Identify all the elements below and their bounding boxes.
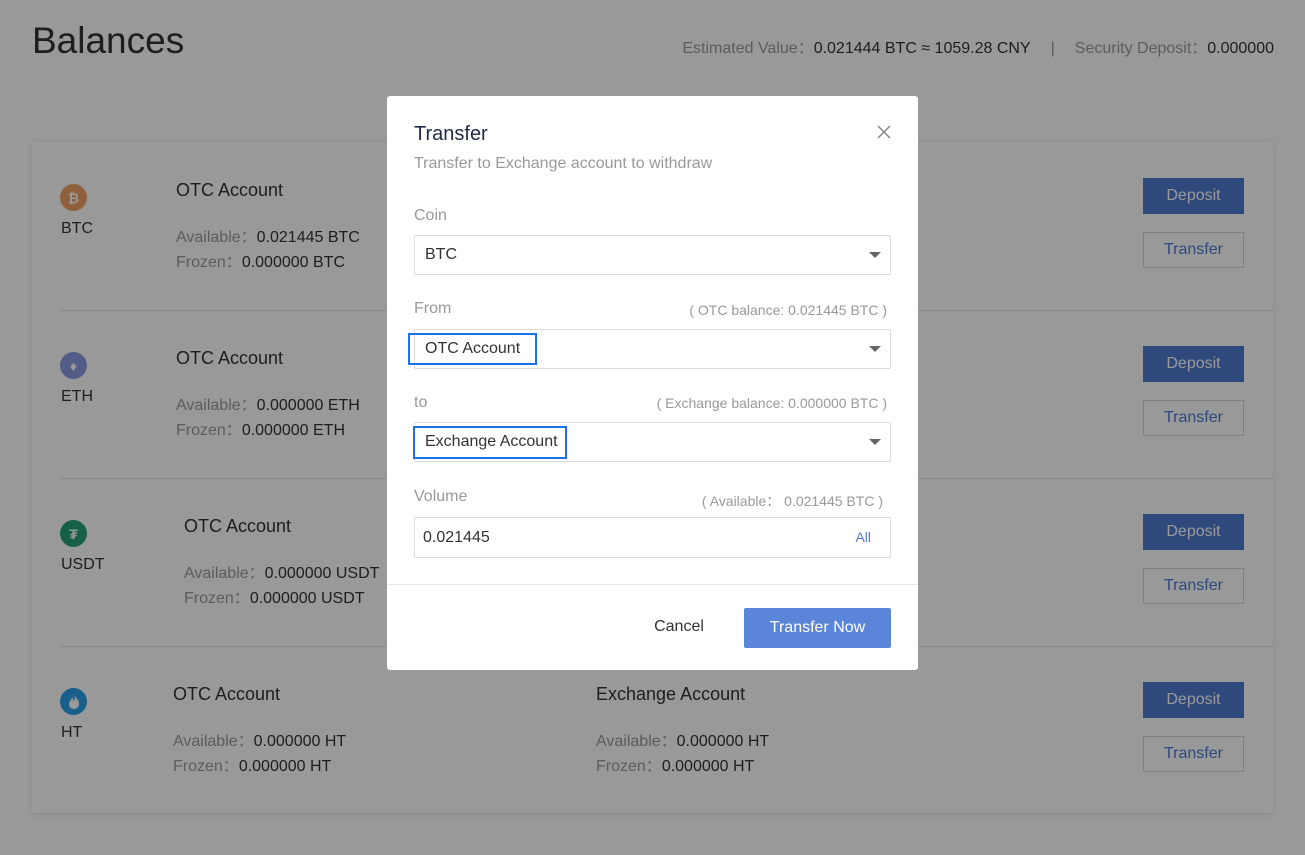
coin-label: Coin (414, 207, 447, 224)
dialog-subtitle: Transfer to Exchange account to withdraw (414, 155, 713, 172)
transfer-dialog: Transfer Transfer to Exchange account to… (387, 96, 918, 670)
chevron-down-icon (869, 346, 881, 352)
volume-label: Volume (414, 488, 468, 505)
from-value-highlight (408, 333, 537, 365)
from-label: From (414, 300, 452, 317)
all-button[interactable]: All (855, 518, 871, 557)
exchange-balance-hint: ( Exchange balance: 0.000000 BTC ) (656, 395, 887, 411)
dialog-divider (387, 584, 918, 585)
close-icon[interactable] (874, 122, 894, 142)
chevron-down-icon (869, 439, 881, 445)
transfer-now-button[interactable]: Transfer Now (744, 608, 891, 648)
volume-input[interactable]: 0.021445 All (414, 517, 891, 558)
to-value-highlight (413, 426, 567, 459)
to-label: to (414, 394, 428, 411)
volume-value: 0.021445 (423, 529, 490, 546)
available-hint: ( Available： 0.021445 BTC ) (701, 493, 883, 509)
cancel-button[interactable]: Cancel (644, 609, 714, 645)
dialog-title: Transfer (414, 123, 488, 145)
chevron-down-icon (869, 252, 881, 258)
otc-balance-hint: ( OTC balance: 0.021445 BTC ) (689, 302, 887, 318)
coin-select[interactable]: BTC (414, 235, 891, 275)
coin-select-value: BTC (425, 246, 457, 263)
